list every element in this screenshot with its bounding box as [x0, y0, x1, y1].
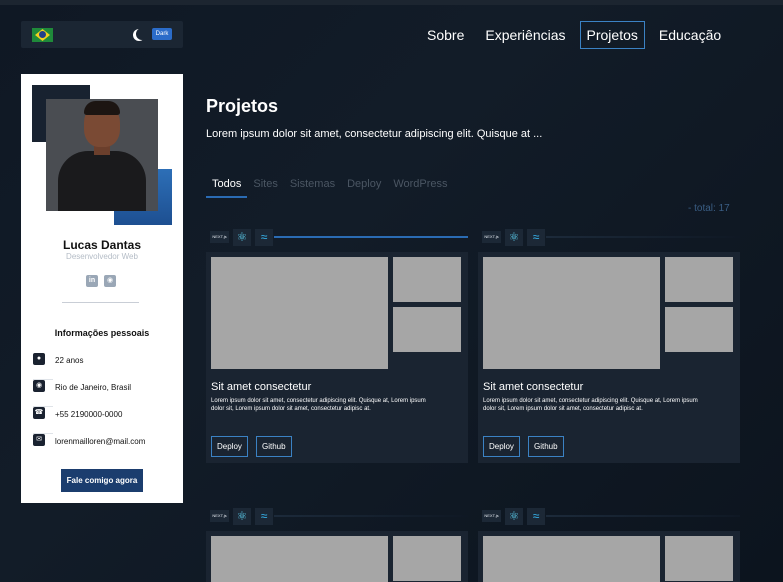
tailwind-icon: ≈ [527, 508, 545, 525]
profile-card: Lucas Dantas Desenvolvedor Web in ◉ Info… [21, 74, 183, 503]
nav-educacao[interactable]: Educação [652, 21, 728, 49]
info-title: Informações pessoais [54, 328, 150, 338]
tailwind-icon: ≈ [255, 229, 273, 246]
github-button[interactable]: Github [256, 436, 292, 457]
filter-sistemas[interactable]: Sistemas [284, 176, 341, 198]
project-card [478, 531, 740, 582]
filter-deploy[interactable]: Deploy [341, 176, 387, 198]
main-nav: Sobre Experiências Projetos Educação [420, 21, 735, 49]
project-screenshot-tertiary [665, 307, 733, 352]
nav-sobre[interactable]: Sobre [420, 21, 471, 49]
tech-stack: NEXT.js ⚛ ≈ [478, 507, 740, 527]
react-icon: ⚛ [505, 508, 523, 525]
project-screenshot-secondary [393, 536, 461, 581]
nextjs-icon: NEXT.js [210, 231, 229, 243]
project-screenshot-main [483, 536, 660, 582]
page-title: Projetos [206, 96, 279, 116]
deploy-button[interactable]: Deploy [483, 436, 520, 457]
github-icon[interactable]: ◉ [104, 275, 116, 287]
info-phone: ☎ +55 2190000-0000 [33, 407, 171, 434]
project-screenshot-main [211, 536, 388, 582]
tech-stack: NEXT.js ⚛ ≈ [206, 228, 468, 248]
react-icon: ⚛ [505, 229, 523, 246]
filter-todos[interactable]: Todos [206, 176, 248, 198]
nextjs-icon: NEXT.js [482, 510, 501, 522]
react-icon: ⚛ [233, 508, 251, 525]
tech-stack: NEXT.js ⚛ ≈ [478, 228, 740, 248]
projects-total: - total: 17 [688, 203, 730, 214]
profile-photo [46, 99, 158, 211]
project-screenshot-secondary [665, 536, 733, 581]
project-screenshot-main [483, 257, 660, 369]
project-filters: Todos Sites Sistemas Deploy WordPress [206, 176, 454, 198]
project-screenshot-secondary [665, 257, 733, 302]
top-edge [0, 0, 783, 5]
info-location: ◉ Rio de Janeiro, Brasil [33, 380, 171, 407]
phone-icon: ☎ [33, 407, 45, 419]
profile-divider [62, 302, 139, 303]
tailwind-icon: ≈ [255, 508, 273, 525]
filter-sites[interactable]: Sites [247, 176, 283, 198]
react-icon: ⚛ [233, 229, 251, 246]
tailwind-icon: ≈ [527, 229, 545, 246]
location-icon: ◉ [33, 380, 45, 392]
github-button[interactable]: Github [528, 436, 564, 457]
page-description: Lorem ipsum dolor sit amet, consectetur … [206, 128, 543, 140]
project-card [206, 531, 468, 582]
project-screenshot-secondary [393, 257, 461, 302]
linkedin-icon[interactable]: in [86, 275, 98, 287]
preferences-bar: Dark [21, 21, 183, 48]
tech-divider [274, 515, 468, 517]
project-screenshot-main [211, 257, 388, 369]
nav-experiencias[interactable]: Experiências [478, 21, 572, 49]
social-links: in ◉ [86, 275, 116, 287]
tech-stack: NEXT.js ⚛ ≈ [206, 507, 468, 527]
tech-divider [274, 236, 468, 238]
theme-toggle[interactable]: Dark [152, 28, 172, 40]
tech-divider [546, 236, 740, 238]
person-icon: ● [33, 353, 45, 365]
contact-button[interactable]: Fale comigo agora [61, 469, 143, 492]
project-description: Lorem ipsum dolor sit amet, consectetur … [483, 398, 698, 412]
nextjs-icon: NEXT.js [210, 510, 229, 522]
project-card: Sit amet consectetur Lorem ipsum dolor s… [478, 252, 740, 463]
profile-role: Desenvolvedor Web [66, 252, 138, 261]
info-email: ✉ lorenmailloren@mail.com [33, 434, 171, 461]
brazil-flag-icon[interactable] [32, 28, 53, 42]
nav-projetos[interactable]: Projetos [579, 21, 645, 49]
project-description: Lorem ipsum dolor sit amet, consectetur … [211, 398, 426, 412]
profile-name: Lucas Dantas [62, 238, 142, 252]
tech-divider [546, 515, 740, 517]
nextjs-icon: NEXT.js [482, 231, 501, 243]
filter-wordpress[interactable]: WordPress [387, 176, 453, 198]
mail-icon: ✉ [33, 434, 45, 446]
project-card: Sit amet consectetur Lorem ipsum dolor s… [206, 252, 468, 463]
deploy-button[interactable]: Deploy [211, 436, 248, 457]
project-title: Sit amet consectetur [211, 381, 312, 393]
info-age: ● 22 anos [33, 353, 171, 380]
project-screenshot-tertiary [393, 307, 461, 352]
project-title: Sit amet consectetur [483, 381, 584, 393]
moon-icon[interactable] [136, 28, 148, 40]
